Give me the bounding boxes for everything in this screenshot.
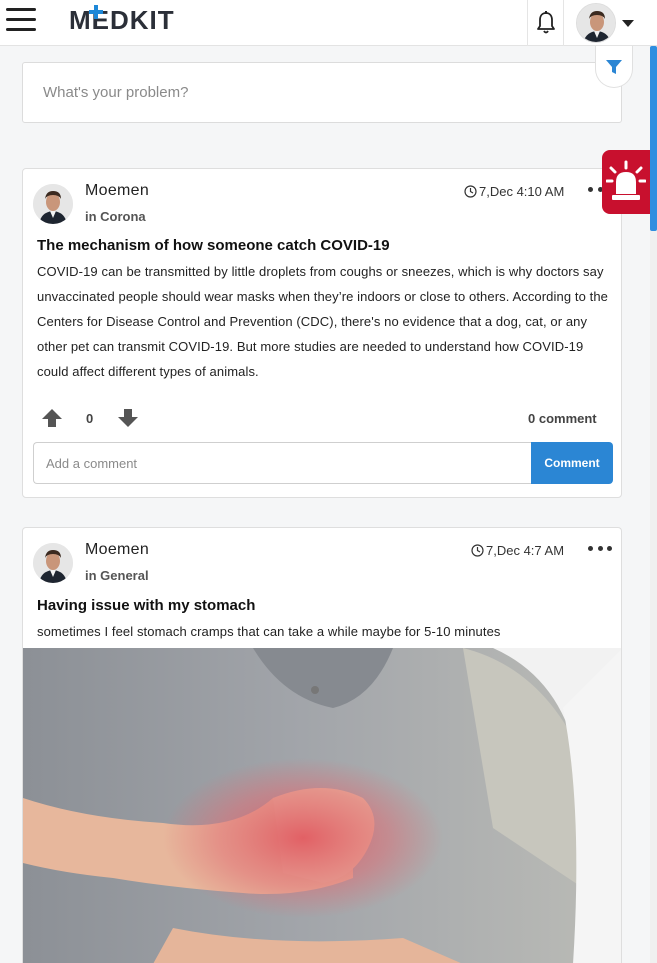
vote-count: 0 [86, 411, 94, 426]
comment-button[interactable]: Comment [531, 442, 613, 484]
post-time-text: 7,Dec 4:7 AM [486, 543, 565, 558]
avatar[interactable] [33, 543, 73, 583]
chevron-down-icon [622, 19, 634, 27]
post-card: Moemen in General 7,Dec 4:7 AM Having is… [22, 527, 622, 963]
top-navbar: MEDKIT [0, 0, 657, 46]
avatar [576, 3, 616, 43]
bell-icon [536, 11, 555, 34]
problem-search-box[interactable] [22, 62, 622, 123]
comment-count[interactable]: 0 comment [528, 411, 597, 426]
post-card: Moemen in Corona 7,Dec 4:10 AM The mecha… [22, 168, 622, 498]
user-menu[interactable] [576, 0, 638, 46]
post-author[interactable]: Moemen [85, 182, 149, 200]
notifications-button[interactable] [527, 0, 564, 46]
downvote-icon[interactable] [117, 408, 139, 428]
post-author[interactable]: Moemen [85, 541, 149, 559]
hamburger-icon[interactable] [6, 8, 36, 32]
post-image[interactable] [23, 648, 621, 963]
scrollbar-thumb[interactable] [650, 46, 657, 231]
post-time-text: 7,Dec 4:10 AM [479, 184, 565, 199]
post-category[interactable]: in Corona [85, 209, 146, 224]
post-body: COVID-19 can be transmitted by little dr… [37, 264, 608, 379]
emergency-alarm-button[interactable] [602, 150, 650, 214]
filter-button[interactable] [595, 46, 633, 88]
post-title: The mechanism of how someone catch COVID… [37, 237, 390, 254]
logo-text: MEDKIT [69, 5, 175, 35]
post-timestamp: 7,Dec 4:7 AM [471, 543, 564, 558]
comment-input[interactable] [33, 442, 532, 484]
post-category[interactable]: in General [85, 568, 149, 583]
post-title: Having issue with my stomach [37, 597, 256, 614]
avatar[interactable] [33, 184, 73, 224]
more-options-icon[interactable] [588, 538, 612, 558]
problem-input[interactable] [23, 63, 621, 122]
upvote-icon[interactable] [41, 408, 63, 428]
post-timestamp: 7,Dec 4:10 AM [464, 184, 564, 199]
clock-icon [471, 544, 484, 557]
siren-icon [606, 160, 646, 200]
logo-cross-icon [89, 5, 103, 19]
filter-icon [606, 59, 622, 74]
post-body: sometimes I feel stomach cramps that can… [37, 624, 501, 639]
logo[interactable]: MEDKIT [69, 5, 175, 35]
clock-icon [464, 185, 477, 198]
scrollbar[interactable] [650, 46, 657, 963]
